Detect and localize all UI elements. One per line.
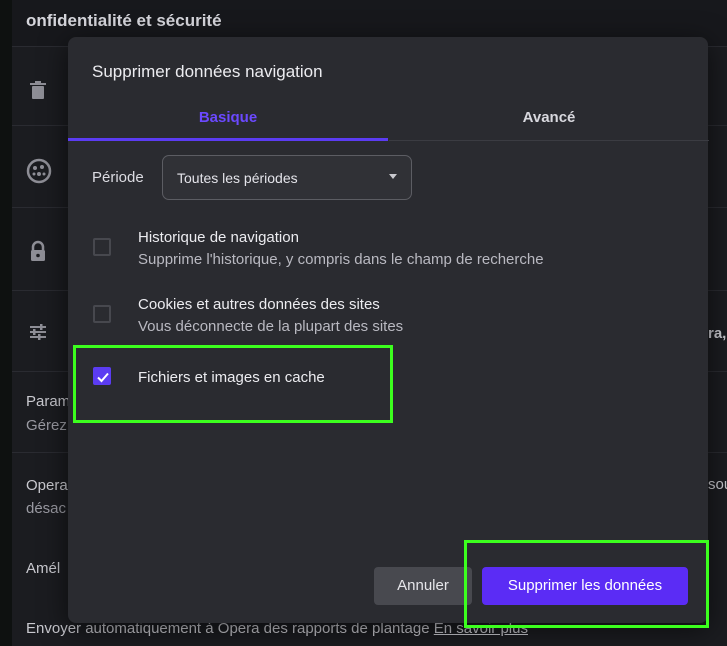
cookie-icon[interactable] bbox=[26, 158, 52, 184]
checkbox-cached-files[interactable] bbox=[93, 367, 111, 385]
settings-row-title: Amél bbox=[26, 560, 61, 577]
caret-down-icon bbox=[389, 174, 397, 179]
lock-icon[interactable] bbox=[26, 240, 50, 264]
section-title: onfidentialité et sécurité bbox=[26, 11, 222, 30]
period-select-value: Toutes les périodes bbox=[177, 170, 298, 186]
option-desc: Vous déconnecte de la plupart des sites bbox=[138, 318, 404, 335]
period-label: Période bbox=[92, 169, 144, 186]
tab-bar: Basique Avancé bbox=[68, 103, 709, 141]
checkbox-browsing-history[interactable] bbox=[93, 238, 111, 256]
dialog-title: Supprimer données navigation bbox=[92, 62, 323, 81]
option-desc: Supprime l'historique, y compris dans le… bbox=[138, 251, 544, 268]
trash-icon[interactable] bbox=[26, 78, 50, 102]
delete-data-button[interactable]: Supprimer les données bbox=[482, 567, 688, 605]
settings-row-title: Param bbox=[26, 393, 71, 410]
period-select[interactable]: Toutes les périodes bbox=[162, 155, 412, 200]
settings-row-desc: désac bbox=[26, 500, 67, 517]
clear-browsing-data-dialog: Supprimer données navigation Basique Ava… bbox=[68, 37, 709, 623]
cancel-button[interactable]: Annuler bbox=[374, 567, 472, 605]
option-title: Historique de navigation bbox=[138, 229, 299, 246]
sliders-icon[interactable] bbox=[26, 320, 50, 344]
option-title: Cookies et autres données des sites bbox=[138, 296, 380, 313]
truncated-text: ra, bbox=[708, 325, 727, 342]
checkbox-cookies[interactable] bbox=[93, 305, 111, 323]
truncated-text: sou bbox=[708, 476, 727, 493]
settings-row-title: Opera bbox=[26, 477, 68, 494]
tab-basic[interactable]: Basique bbox=[68, 103, 388, 141]
checkmark-icon bbox=[97, 372, 109, 383]
option-title: Fichiers et images en cache bbox=[138, 369, 325, 386]
tab-advanced[interactable]: Avancé bbox=[389, 103, 709, 141]
settings-row-desc: Gérez bbox=[26, 417, 67, 434]
